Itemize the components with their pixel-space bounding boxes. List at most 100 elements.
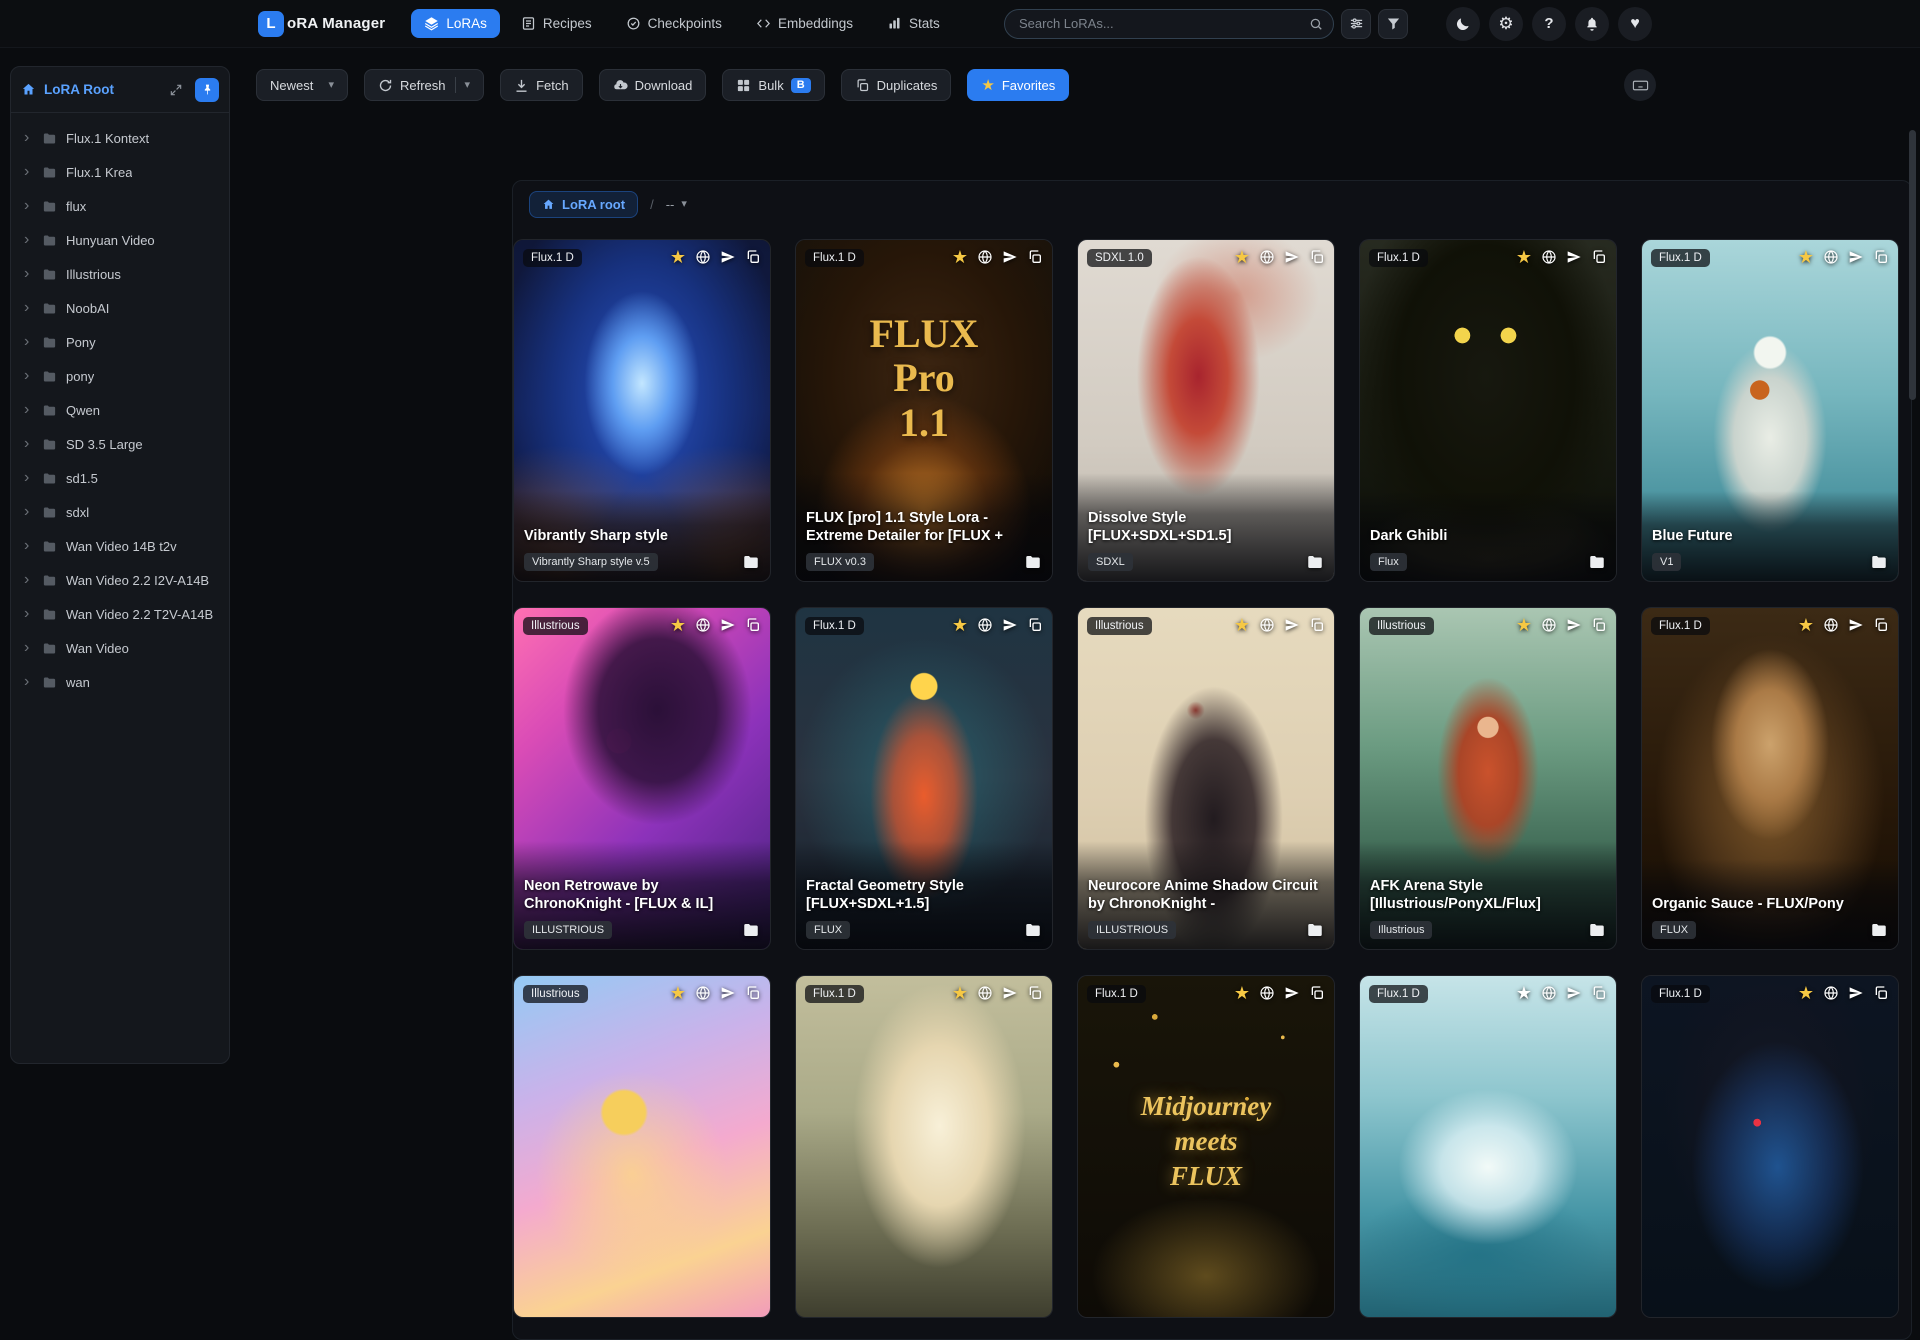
sidebar-item-noobai[interactable]: › NoobAI — [11, 291, 229, 325]
copy-icon[interactable] — [745, 617, 761, 633]
chevron-right-icon[interactable]: › — [24, 640, 33, 656]
sidebar-item-flux[interactable]: › flux — [11, 189, 229, 223]
lora-card-5[interactable]: Flux.1 D ★ Blue Future V1 — [1641, 239, 1899, 582]
chevron-right-icon[interactable]: › — [24, 368, 33, 384]
help-button[interactable]: ? — [1532, 7, 1566, 41]
send-icon[interactable] — [1566, 985, 1582, 1001]
favorite-star-icon[interactable]: ★ — [1234, 616, 1250, 634]
globe-icon[interactable] — [1823, 617, 1839, 633]
lora-card-6[interactable]: Illustrious ★ Neon Retrowave by ChronoKn… — [513, 607, 771, 950]
lora-card-14[interactable]: Flux.1 D ★ — [1359, 975, 1617, 1318]
version-tag[interactable]: Illustrious — [1370, 921, 1432, 939]
lora-card-10[interactable]: Flux.1 D ★ Organic Sauce - FLUX/Pony FLU… — [1641, 607, 1899, 950]
send-icon[interactable] — [720, 985, 736, 1001]
send-icon[interactable] — [1848, 985, 1864, 1001]
version-tag[interactable]: ILLUSTRIOUS — [524, 921, 612, 939]
refresh-button[interactable]: Refresh ▾ — [364, 69, 484, 101]
lora-card-9[interactable]: Illustrious ★ AFK Arena Style [Illustrio… — [1359, 607, 1617, 950]
chevron-right-icon[interactable]: › — [24, 198, 33, 214]
move-folder-icon[interactable] — [1588, 921, 1606, 939]
version-tag[interactable]: SDXL — [1088, 553, 1133, 571]
notifications-button[interactable] — [1575, 7, 1609, 41]
favorite-star-icon[interactable]: ★ — [1798, 616, 1814, 634]
nav-item-stats[interactable]: Stats — [874, 9, 953, 38]
nav-item-checkpoints[interactable]: Checkpoints — [613, 9, 735, 38]
chevron-right-icon[interactable]: › — [24, 436, 33, 452]
theme-toggle-button[interactable] — [1446, 7, 1480, 41]
favorite-star-icon[interactable]: ★ — [952, 616, 968, 634]
favorites-filter-button[interactable]: ★ Favorites — [967, 69, 1069, 101]
chevron-right-icon[interactable]: › — [24, 504, 33, 520]
move-folder-icon[interactable] — [1870, 921, 1888, 939]
app-logo[interactable]: L oRA Manager — [258, 11, 385, 37]
sidebar-item-wan-video-2-2-t2v-a14b[interactable]: › Wan Video 2.2 T2V-A14B — [11, 597, 229, 631]
chevron-right-icon[interactable]: › — [24, 300, 33, 316]
fetch-button[interactable]: Fetch — [500, 69, 583, 101]
send-icon[interactable] — [1002, 249, 1018, 265]
copy-icon[interactable] — [1591, 985, 1607, 1001]
globe-icon[interactable] — [695, 985, 711, 1001]
copy-icon[interactable] — [745, 985, 761, 1001]
globe-icon[interactable] — [1259, 617, 1275, 633]
lora-card-2[interactable]: FLUX Pro 1.1 Flux.1 D ★ FLUX [pro] 1.1 S… — [795, 239, 1053, 582]
send-icon[interactable] — [1284, 249, 1300, 265]
move-folder-icon[interactable] — [1024, 921, 1042, 939]
settings-button[interactable]: ⚙ — [1489, 7, 1523, 41]
send-icon[interactable] — [1566, 617, 1582, 633]
globe-icon[interactable] — [1541, 617, 1557, 633]
lora-card-4[interactable]: Flux.1 D ★ Dark Ghibli Flux — [1359, 239, 1617, 582]
favorite-star-icon[interactable]: ★ — [1234, 984, 1250, 1002]
lora-card-1[interactable]: Flux.1 D ★ Vibrantly Sharp style Vibrant… — [513, 239, 771, 582]
version-tag[interactable]: FLUX — [1652, 921, 1696, 939]
lora-card-11[interactable]: Illustrious ★ — [513, 975, 771, 1318]
favorite-star-icon[interactable]: ★ — [952, 984, 968, 1002]
globe-icon[interactable] — [695, 249, 711, 265]
lora-card-12[interactable]: Flux.1 D ★ — [795, 975, 1053, 1318]
nav-item-embeddings[interactable]: Embeddings — [743, 9, 866, 38]
globe-icon[interactable] — [695, 617, 711, 633]
sidebar-item-sd1-5[interactable]: › sd1.5 — [11, 461, 229, 495]
send-icon[interactable] — [720, 249, 736, 265]
chevron-right-icon[interactable]: › — [24, 232, 33, 248]
send-icon[interactable] — [1002, 617, 1018, 633]
keyboard-shortcuts-button[interactable] — [1624, 69, 1656, 101]
nav-item-recipes[interactable]: Recipes — [508, 9, 605, 38]
move-folder-icon[interactable] — [1588, 553, 1606, 571]
lora-card-15[interactable]: Flux.1 D ★ — [1641, 975, 1899, 1318]
nav-item-loras[interactable]: LoRAs — [411, 9, 500, 38]
duplicates-button[interactable]: Duplicates — [841, 69, 952, 101]
move-folder-icon[interactable] — [742, 553, 760, 571]
send-icon[interactable] — [720, 617, 736, 633]
globe-icon[interactable] — [977, 985, 993, 1001]
move-folder-icon[interactable] — [742, 921, 760, 939]
favorite-star-icon[interactable]: ★ — [1798, 984, 1814, 1002]
favorite-star-icon[interactable]: ★ — [952, 248, 968, 266]
chevron-right-icon[interactable]: › — [24, 572, 33, 588]
sidebar-item-sdxl[interactable]: › sdxl — [11, 495, 229, 529]
move-folder-icon[interactable] — [1306, 553, 1324, 571]
globe-icon[interactable] — [977, 249, 993, 265]
copy-icon[interactable] — [1027, 249, 1043, 265]
favorite-star-icon[interactable]: ★ — [670, 616, 686, 634]
globe-icon[interactable] — [1259, 985, 1275, 1001]
breadcrumb-current[interactable]: -- ▾ — [666, 197, 687, 212]
sidebar-item-wan-video-14b-t2v[interactable]: › Wan Video 14B t2v — [11, 529, 229, 563]
globe-icon[interactable] — [1259, 249, 1275, 265]
chevron-right-icon[interactable]: › — [24, 266, 33, 282]
expand-tree-button[interactable] — [169, 81, 187, 99]
window-scrollbar[interactable] — [1909, 130, 1916, 400]
globe-icon[interactable] — [1823, 985, 1839, 1001]
version-tag[interactable]: V1 — [1652, 553, 1681, 571]
chevron-right-icon[interactable]: › — [24, 402, 33, 418]
lora-card-13[interactable]: Midjourney meets FLUX Flux.1 D ★ — [1077, 975, 1335, 1318]
sidebar-item-flux-1-kontext[interactable]: › Flux.1 Kontext — [11, 121, 229, 155]
chevron-right-icon[interactable]: › — [24, 334, 33, 350]
sidebar-item-wan-video[interactable]: › Wan Video — [11, 631, 229, 665]
chevron-right-icon[interactable]: › — [24, 470, 33, 486]
sidebar-item-pony[interactable]: › pony — [11, 359, 229, 393]
move-folder-icon[interactable] — [1870, 553, 1888, 571]
favorite-star-icon[interactable]: ★ — [1516, 984, 1532, 1002]
copy-icon[interactable] — [1873, 617, 1889, 633]
globe-icon[interactable] — [1541, 249, 1557, 265]
globe-icon[interactable] — [1823, 249, 1839, 265]
